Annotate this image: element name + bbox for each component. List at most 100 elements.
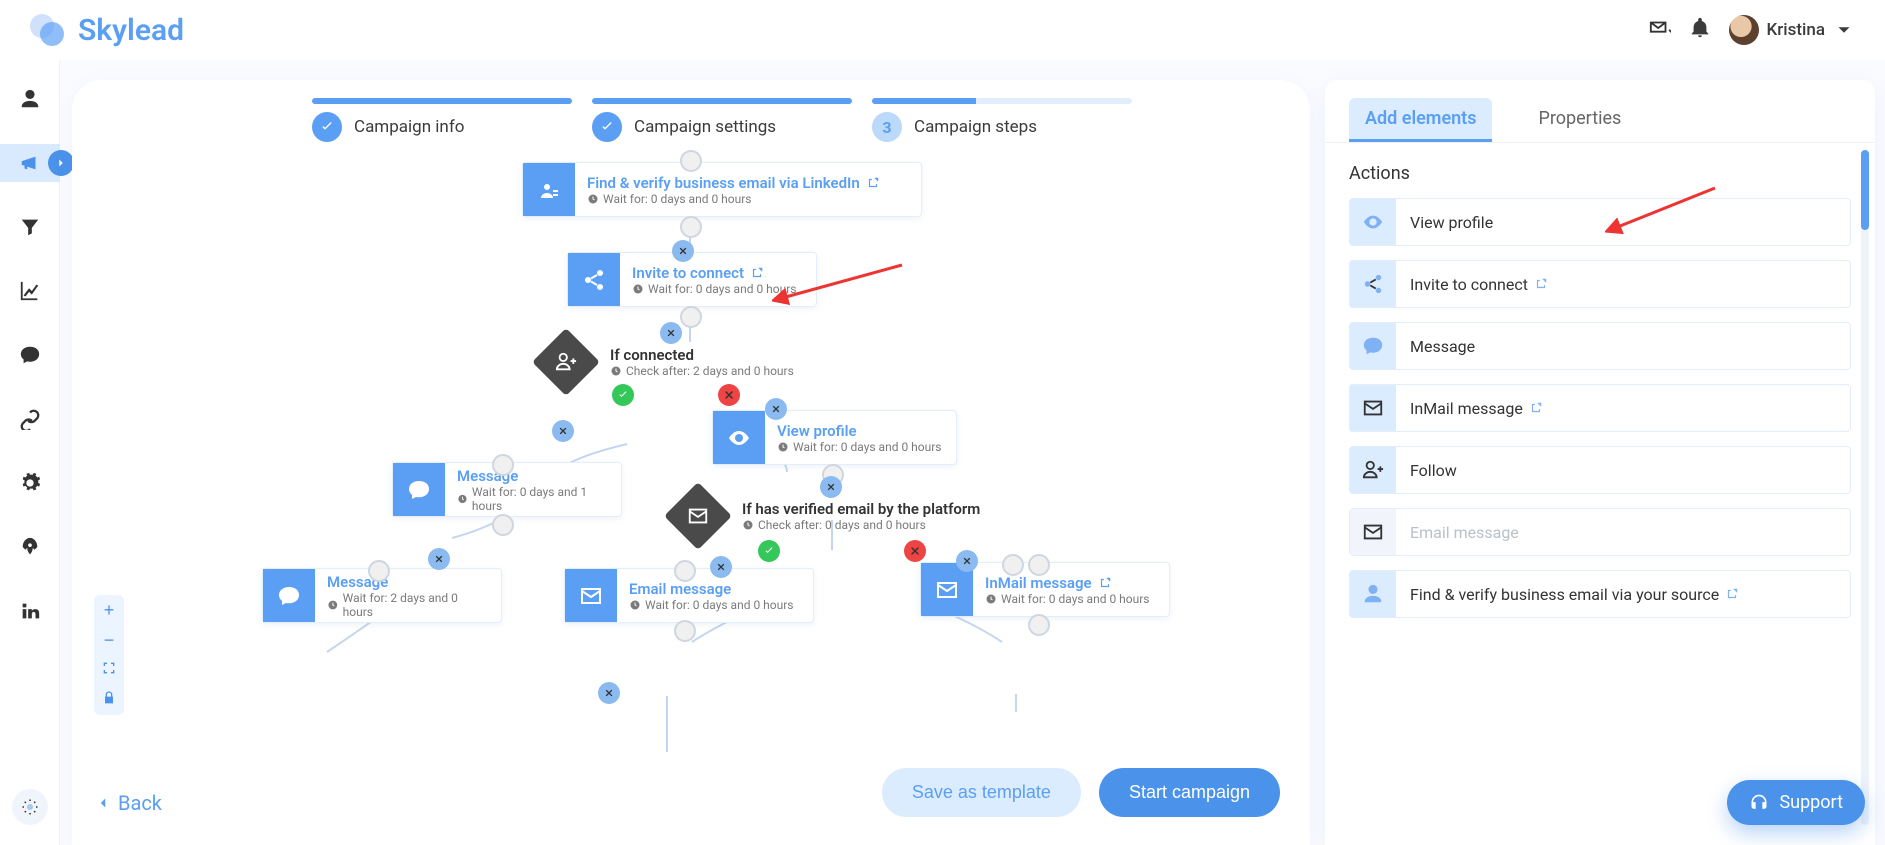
tab-add-elements[interactable]: Add elements xyxy=(1349,98,1492,142)
chevron-down-icon xyxy=(1833,19,1855,41)
wizard-steps: Campaign info Campaign settings 3 Campai… xyxy=(72,98,1310,152)
node-title: Email message xyxy=(629,580,731,598)
support-button[interactable]: Support xyxy=(1727,780,1865,825)
true-port[interactable] xyxy=(612,384,634,406)
user-menu[interactable]: Kristina xyxy=(1729,15,1855,45)
wizard-step-2[interactable]: Campaign settings xyxy=(592,98,852,142)
avatar xyxy=(1729,15,1759,45)
start-campaign-button[interactable]: Start campaign xyxy=(1099,768,1280,817)
node-title: Invite to connect xyxy=(632,264,744,282)
support-label: Support xyxy=(1779,792,1843,813)
node-title: Find & verify business email via LinkedI… xyxy=(587,174,860,192)
wizard-step-label: Campaign info xyxy=(354,117,464,137)
flow-port[interactable] xyxy=(674,620,696,642)
back-button[interactable]: Back xyxy=(94,791,162,815)
node-meta: Check after: 2 days and 0 hours xyxy=(626,364,794,378)
delete-node-button[interactable] xyxy=(956,550,978,572)
nav-inbox[interactable] xyxy=(11,336,49,374)
left-sidebar xyxy=(0,60,60,845)
nav-filter[interactable] xyxy=(11,208,49,246)
save-template-button[interactable]: Save as template xyxy=(882,768,1081,817)
node-if-connected[interactable]: If connected Check after: 2 days and 0 h… xyxy=(540,334,820,390)
action-follow[interactable]: Follow xyxy=(1349,446,1851,494)
node-meta: Wait for: 0 days and 0 hours xyxy=(648,282,797,296)
brand-logo[interactable]: Skylead xyxy=(30,12,184,48)
false-port[interactable] xyxy=(718,384,740,406)
wizard-step-1[interactable]: Campaign info xyxy=(312,98,572,142)
node-meta: Wait for: 0 days and 0 hours xyxy=(1001,592,1150,606)
headset-icon xyxy=(1749,793,1769,813)
flow-port[interactable] xyxy=(680,216,702,238)
node-title: View profile xyxy=(777,422,857,440)
nav-settings[interactable] xyxy=(11,464,49,502)
flow-port[interactable] xyxy=(1028,554,1050,576)
wizard-step-3[interactable]: 3 Campaign steps xyxy=(872,98,1132,142)
action-invite[interactable]: Invite to connect xyxy=(1349,260,1851,308)
linkedin-person-icon xyxy=(523,163,575,216)
logo-mark-icon xyxy=(30,12,66,48)
action-message[interactable]: Message xyxy=(1349,322,1851,370)
share-icon xyxy=(1350,261,1396,307)
delete-node-button[interactable] xyxy=(710,556,732,578)
flow-port[interactable] xyxy=(1028,614,1050,636)
node-meta: Wait for: 0 days and 0 hours xyxy=(645,598,794,612)
nav-linkedin[interactable] xyxy=(11,592,49,630)
clock-icon xyxy=(327,599,339,611)
node-invite[interactable]: Invite to connect Wait for: 0 days and 0… xyxy=(567,252,817,307)
flow-canvas[interactable]: .c{stroke:#c4d6ef;stroke-width:2;fill:no… xyxy=(72,152,1310,819)
condition-icon xyxy=(532,328,600,396)
delete-node-button[interactable] xyxy=(598,682,620,704)
mail-icon xyxy=(1350,385,1396,431)
clock-icon xyxy=(985,593,997,605)
flow-port[interactable] xyxy=(492,454,514,476)
nav-expand-icon[interactable] xyxy=(48,150,74,176)
flow-port[interactable] xyxy=(1002,554,1024,576)
node-meta: Check after: 0 days and 0 hours xyxy=(758,518,926,532)
bell-icon[interactable] xyxy=(1689,17,1711,43)
chat-icon xyxy=(393,463,445,516)
zoom-fit-button[interactable] xyxy=(94,655,124,685)
nav-boost[interactable] xyxy=(11,528,49,566)
zoom-out-button[interactable]: − xyxy=(94,625,124,655)
flow-port[interactable] xyxy=(674,560,696,582)
check-icon xyxy=(592,112,622,142)
delete-node-button[interactable] xyxy=(428,548,450,570)
true-port[interactable] xyxy=(758,540,780,562)
action-view-profile[interactable]: View profile xyxy=(1349,198,1851,246)
theme-toggle[interactable] xyxy=(12,789,48,825)
share-icon xyxy=(568,253,620,306)
delete-node-button[interactable] xyxy=(765,398,787,420)
panel-scrollbar[interactable] xyxy=(1861,150,1869,825)
eye-icon xyxy=(1350,199,1396,245)
node-view-profile[interactable]: View profile Wait for: 0 days and 0 hour… xyxy=(712,410,957,465)
condition-icon xyxy=(664,482,732,550)
delete-node-button[interactable] xyxy=(552,420,574,442)
zoom-lock-button[interactable] xyxy=(94,685,124,715)
flow-port[interactable] xyxy=(680,306,702,328)
flow-port[interactable] xyxy=(492,514,514,536)
flow-port[interactable] xyxy=(680,150,702,172)
action-inmail[interactable]: InMail message xyxy=(1349,384,1851,432)
main-area: Campaign info Campaign settings 3 Campai… xyxy=(72,80,1875,845)
clock-icon xyxy=(742,519,754,531)
chat-icon xyxy=(263,569,315,622)
action-email-message: Email message xyxy=(1349,508,1851,556)
action-find-email[interactable]: Find & verify business email via your so… xyxy=(1349,570,1851,618)
node-find-email[interactable]: Find & verify business email via LinkedI… xyxy=(522,162,922,217)
zoom-in-button[interactable]: + xyxy=(94,595,124,625)
nav-people[interactable] xyxy=(11,80,49,118)
chat-icon xyxy=(1350,323,1396,369)
false-port[interactable] xyxy=(904,540,926,562)
mail-check-icon[interactable] xyxy=(1649,17,1671,43)
delete-node-button[interactable] xyxy=(660,322,682,344)
delete-node-button[interactable] xyxy=(820,476,842,498)
tab-properties[interactable]: Properties xyxy=(1522,98,1637,142)
nav-reports[interactable] xyxy=(11,272,49,310)
flow-port[interactable] xyxy=(368,560,390,582)
nav-campaigns[interactable] xyxy=(0,144,60,182)
node-meta: Wait for: 0 days and 0 hours xyxy=(793,440,942,454)
delete-node-button[interactable] xyxy=(672,240,694,262)
nav-integrations[interactable] xyxy=(11,400,49,438)
node-if-verified-email[interactable]: If has verified email by the platform Ch… xyxy=(672,488,1022,544)
clock-icon xyxy=(587,193,599,205)
